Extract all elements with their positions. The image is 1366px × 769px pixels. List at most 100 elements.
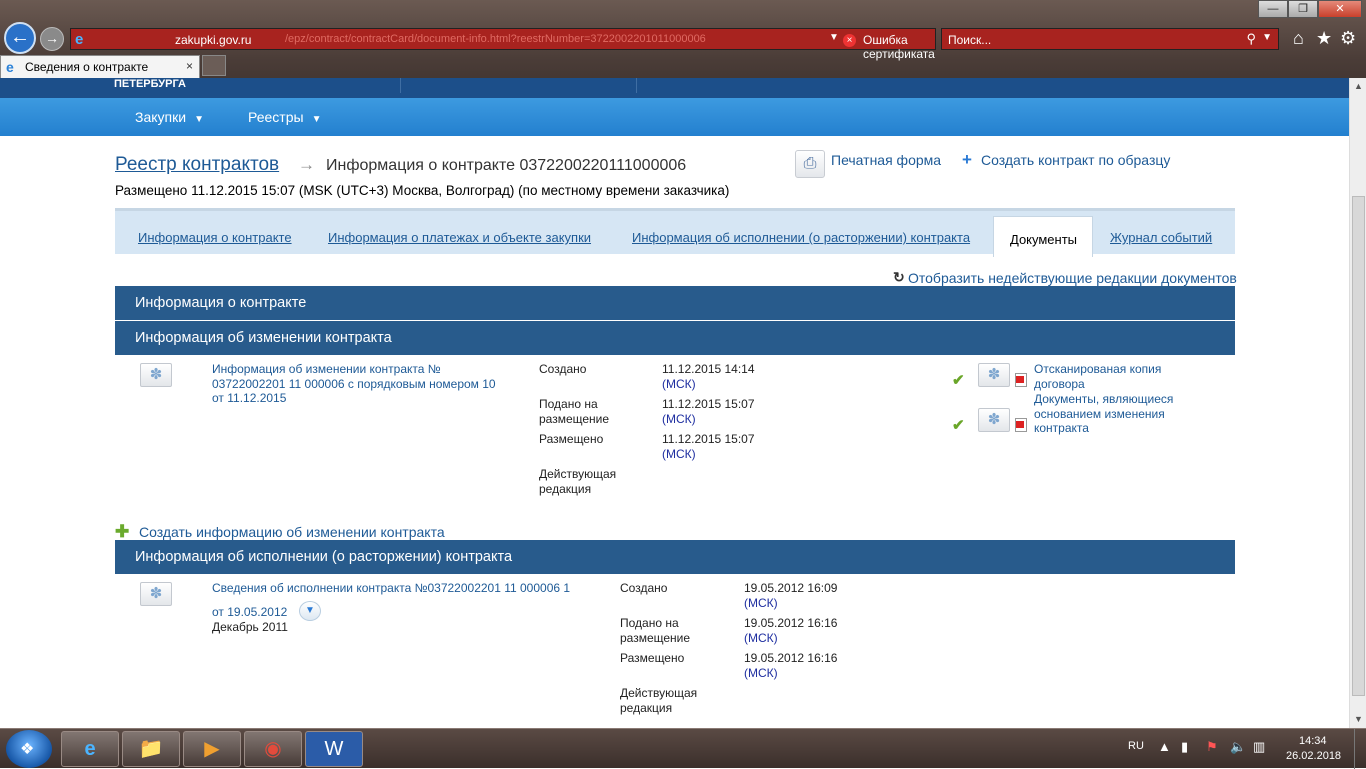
search-dropdown-icon[interactable]: ▼: [1262, 32, 1272, 43]
link-line: контракта: [1034, 421, 1089, 435]
doc-title-line: Информация об изменении контракта №: [212, 362, 441, 376]
page-title: Информация о контракте 03722002201110000…: [326, 157, 687, 174]
tab-contract-info[interactable]: Информация о контракте: [138, 230, 292, 245]
label-line: размещение: [620, 630, 691, 645]
scroll-up-icon[interactable]: ▲: [1350, 78, 1366, 95]
taskbar-word-icon[interactable]: W: [305, 731, 363, 767]
refresh-icon[interactable]: ↻: [893, 269, 905, 286]
menu-reestry[interactable]: Реестры ▼: [248, 109, 321, 125]
plus-icon[interactable]: ✚: [115, 522, 129, 542]
section-title: Информация об изменении контракта: [135, 330, 392, 346]
search-input[interactable]: Поиск...: [948, 33, 991, 47]
settings-gear-icon[interactable]: ⚙: [1340, 28, 1356, 49]
clock-time[interactable]: 14:34: [1299, 735, 1327, 747]
create-by-template-link[interactable]: Создать контракт по образцу: [981, 152, 1170, 168]
timezone: (МСК): [662, 411, 696, 426]
created-value: 11.12.2015 14:14 (МСК): [662, 362, 755, 391]
ie-logo-icon: e: [75, 31, 84, 48]
tab-close-icon[interactable]: ×: [186, 59, 193, 73]
current-version-label: Действующая редакция: [620, 686, 697, 715]
placed-value: 19.05.2012 16:16 (МСК): [744, 651, 837, 680]
browser-tab-label: Сведения о контракте: [25, 60, 149, 74]
document-seal-icon[interactable]: ✽: [140, 582, 172, 606]
window-controls: — ❐ ✕: [1258, 0, 1362, 18]
top-band-divider: [636, 78, 637, 93]
volume-icon[interactable]: 🔈: [1230, 739, 1246, 755]
pdf-icon: [1015, 418, 1027, 432]
plus-icon[interactable]: +: [962, 150, 972, 170]
breadcrumb-registry-link[interactable]: Реестр контрактов: [115, 154, 279, 176]
tab-event-log[interactable]: Журнал событий: [1110, 230, 1212, 245]
tab-payments[interactable]: Информация о платежах и объекте закупки: [328, 230, 591, 245]
tray-expand-icon[interactable]: ▲: [1158, 739, 1171, 754]
scroll-down-icon[interactable]: ▼: [1350, 711, 1366, 728]
address-bar[interactable]: e zakupki.gov.ru /epz/contract/contractC…: [70, 28, 997, 61]
section-execution-info[interactable]: Информация об исполнении (о расторжении)…: [115, 540, 1235, 574]
address-dropdown-icon[interactable]: ▼: [829, 32, 839, 43]
datetime: 11.12.2015 15:07: [662, 397, 755, 411]
show-inactive-versions-link[interactable]: Отобразить недействующие редакции докуме…: [908, 270, 1237, 286]
section-change-info[interactable]: Информация об изменении контракта: [115, 321, 1235, 355]
top-band-text: ПЕТЕРБУРГА: [114, 78, 186, 90]
start-button[interactable]: ❖: [6, 730, 52, 768]
top-band-divider: [400, 78, 401, 93]
timezone: (МСК): [662, 446, 696, 461]
favorites-star-icon[interactable]: ★: [1316, 28, 1332, 49]
minimize-button[interactable]: —: [1258, 0, 1288, 18]
checkmark-icon: ✔: [952, 372, 965, 389]
input-language[interactable]: RU: [1128, 740, 1144, 752]
attachment-basis-documents-link[interactable]: Документы, являющиеся основанием изменен…: [1034, 392, 1173, 436]
print-form-link[interactable]: Печатная форма: [831, 152, 941, 168]
network-signal-icon[interactable]: ▥: [1253, 739, 1265, 755]
document-seal-icon[interactable]: ✽: [978, 363, 1010, 387]
section-title: Информация о контракте: [135, 295, 307, 311]
tray-device-icon[interactable]: ▮: [1181, 739, 1188, 755]
scrollbar-thumb[interactable]: [1352, 196, 1365, 696]
vertical-scrollbar[interactable]: ▲ ▼: [1349, 78, 1366, 728]
taskbar-explorer-icon[interactable]: 📁: [122, 731, 180, 767]
printer-icon[interactable]: ⎙: [795, 150, 825, 178]
back-button[interactable]: ←: [4, 22, 36, 54]
maximize-button[interactable]: ❐: [1288, 0, 1318, 18]
certificate-error-icon[interactable]: ×: [843, 34, 856, 47]
new-tab-button[interactable]: [202, 55, 226, 76]
document-seal-icon[interactable]: ✽: [978, 408, 1010, 432]
tab-execution[interactable]: Информация об исполнении (о расторжении)…: [632, 230, 970, 245]
breadcrumb-arrow-icon: →: [298, 155, 315, 174]
certificate-error-label[interactable]: Ошибка сертификата: [863, 33, 935, 61]
forward-button[interactable]: →: [40, 27, 64, 51]
datetime: 19.05.2012 16:16: [744, 651, 838, 665]
tab-documents[interactable]: Документы: [993, 216, 1093, 257]
menu-zakupki[interactable]: Закупки ▼: [135, 109, 204, 125]
taskbar-media-player-icon[interactable]: ▶: [183, 731, 241, 767]
add-change-info-link[interactable]: Создать информацию об изменении контракт…: [139, 524, 445, 540]
expand-chevron-icon[interactable]: ▼: [299, 601, 321, 621]
ie-tab-icon: e: [6, 59, 14, 75]
execution-document-link[interactable]: Сведения об исполнении контракта №037220…: [212, 581, 570, 596]
datetime: 19.05.2012 16:09: [744, 581, 838, 595]
menu-zakupki-label: Закупки: [135, 109, 187, 125]
attachment-scanned-copy-link[interactable]: Отсканированая копия договора: [1034, 362, 1161, 391]
tray-flag-icon[interactable]: ⚑: [1206, 739, 1218, 755]
taskbar-ie-icon[interactable]: e: [61, 731, 119, 767]
section-contract-info[interactable]: Информация о контракте: [115, 286, 1235, 320]
submitted-label: Подано на размещение: [620, 616, 690, 645]
placed-value: 11.12.2015 15:07 (МСК): [662, 432, 755, 461]
change-document-link[interactable]: Информация об изменении контракта № 0372…: [212, 362, 496, 406]
document-seal-icon[interactable]: ✽: [140, 363, 172, 387]
execution-document-date-link[interactable]: от 19.05.2012: [212, 605, 287, 620]
label-line: редакция: [620, 700, 673, 715]
search-box[interactable]: Поиск... ⚲ ▼: [941, 28, 1279, 50]
section-title: Информация об исполнении (о расторжении)…: [135, 549, 513, 565]
close-window-button[interactable]: ✕: [1318, 0, 1362, 18]
home-icon[interactable]: ⌂: [1293, 28, 1304, 49]
page-tabs: Информация о контракте Информация о плат…: [115, 208, 1235, 257]
search-icon[interactable]: ⚲: [1246, 31, 1256, 47]
taskbar-chrome-icon[interactable]: ◉: [244, 731, 302, 767]
datetime: 19.05.2012 16:16: [744, 616, 838, 630]
site-menu-bar: Закупки ▼ Реестры ▼: [0, 98, 1349, 136]
tab-documents-label: Документы: [1010, 232, 1078, 247]
clock-date[interactable]: 26.02.2018: [1286, 750, 1341, 762]
show-desktop-button[interactable]: [1354, 729, 1366, 769]
browser-tab[interactable]: e Сведения о контракте ×: [0, 55, 200, 78]
